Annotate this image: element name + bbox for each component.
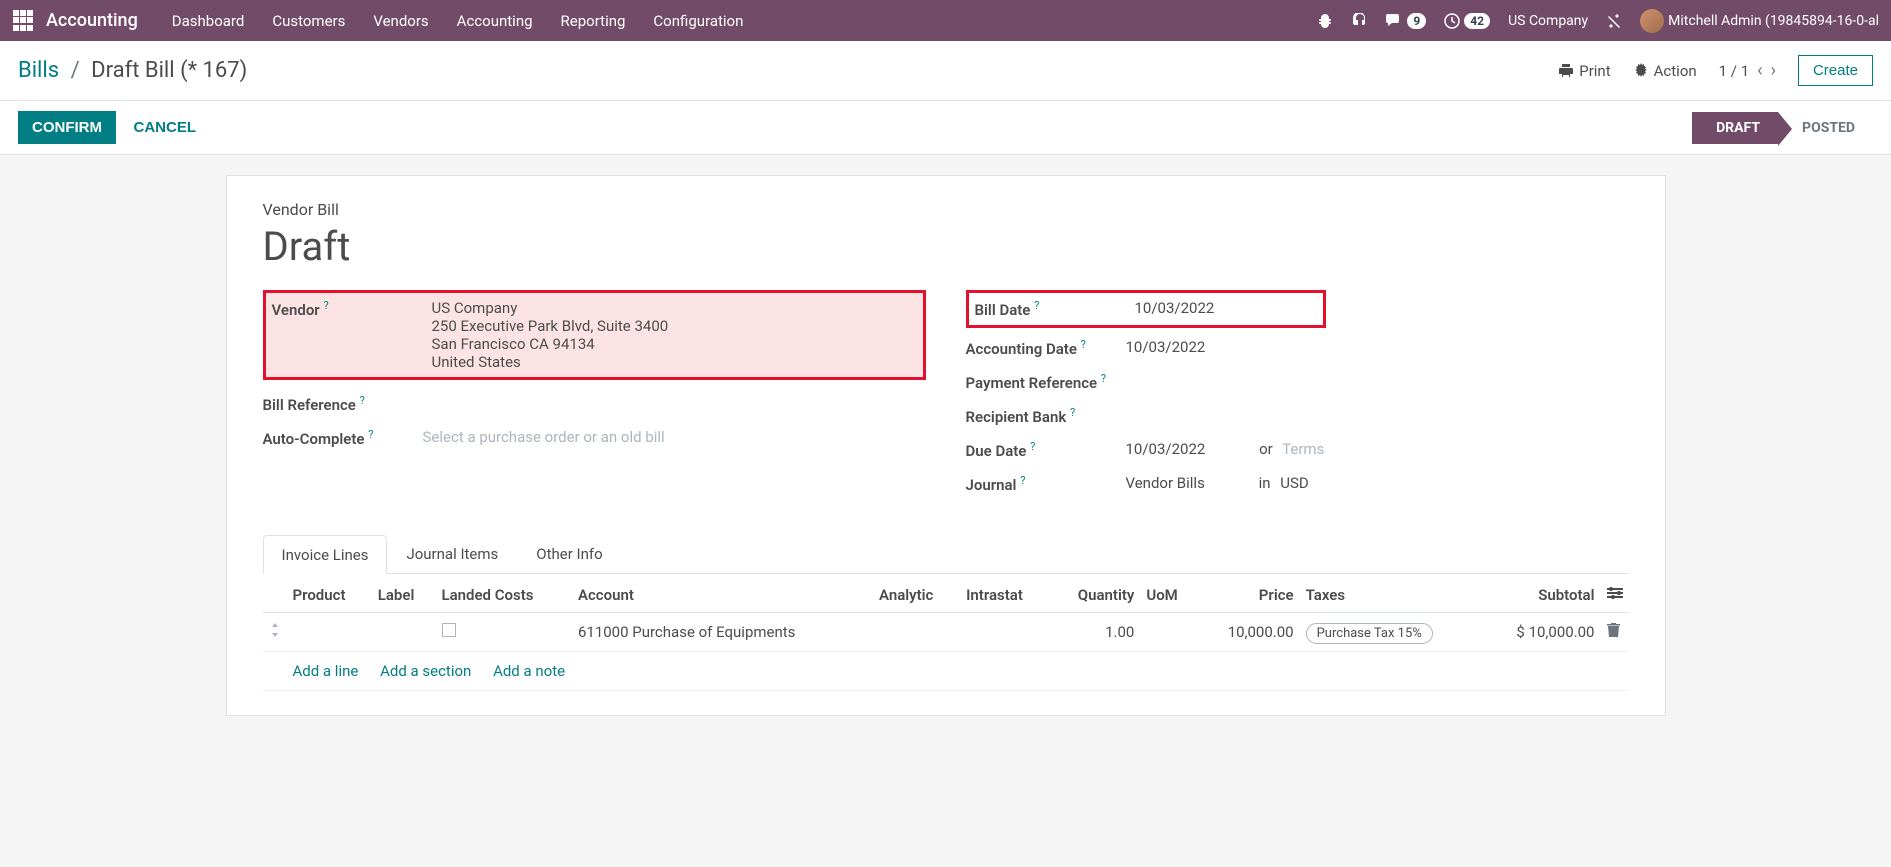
th-taxes: Taxes xyxy=(1300,578,1483,613)
cell-price[interactable]: 10,000.00 xyxy=(1197,613,1299,652)
cell-account[interactable]: 611000 Purchase of Equipments xyxy=(572,613,873,652)
cell-uom[interactable] xyxy=(1140,613,1197,652)
status-posted[interactable]: POSTED xyxy=(1778,112,1873,144)
pager-count: 1 / 1 xyxy=(1719,62,1750,80)
confirm-button[interactable]: CONFIRM xyxy=(18,111,116,144)
vendor-addr2: San Francisco CA 94134 xyxy=(432,335,917,353)
pager-next[interactable]: › xyxy=(1771,60,1776,81)
user-menu[interactable]: Mitchell Admin (19845894-16-0-al xyxy=(1640,9,1879,33)
columns-options-icon[interactable] xyxy=(1607,586,1623,604)
journal-in-label: in xyxy=(1259,474,1271,492)
th-account: Account xyxy=(572,578,873,613)
status-bar: DRAFT POSTED xyxy=(1692,112,1873,144)
th-analytic: Analytic xyxy=(873,578,960,613)
th-landed: Landed Costs xyxy=(436,578,572,613)
due-date-label: Due Date ? xyxy=(966,440,1126,460)
th-uom: UoM xyxy=(1140,578,1197,613)
nav-dashboard[interactable]: Dashboard xyxy=(158,12,259,30)
action-button[interactable]: Action xyxy=(1633,62,1697,80)
activity-icon[interactable]: 42 xyxy=(1444,13,1490,29)
th-qty: Quantity xyxy=(1050,578,1140,613)
tab-invoice-lines[interactable]: Invoice Lines xyxy=(263,535,388,574)
delete-row-icon[interactable] xyxy=(1607,623,1620,641)
cancel-button[interactable]: CANCEL xyxy=(119,111,210,144)
debug-icon[interactable] xyxy=(1317,13,1333,29)
tools-icon[interactable] xyxy=(1606,13,1622,29)
payment-terms-field[interactable]: Terms xyxy=(1282,440,1324,458)
autocomplete-label: Auto-Complete ? xyxy=(263,428,423,448)
tax-chip[interactable]: Purchase Tax 15% xyxy=(1306,623,1433,644)
vendor-field[interactable]: US Company 250 Executive Park Blvd, Suit… xyxy=(432,299,917,371)
currency-field[interactable]: USD xyxy=(1280,474,1308,492)
th-label: Label xyxy=(372,578,436,613)
bill-date-label: Bill Date ? xyxy=(975,299,1135,319)
pay-ref-label: Payment Reference ? xyxy=(966,372,1126,392)
nav-vendors[interactable]: Vendors xyxy=(359,12,442,30)
cell-analytic[interactable] xyxy=(873,613,960,652)
due-or-label: or xyxy=(1259,440,1273,458)
table-row[interactable]: 611000 Purchase of Equipments 1.00 10,00… xyxy=(263,613,1629,652)
th-subtotal: Subtotal xyxy=(1482,578,1600,613)
journal-label: Journal ? xyxy=(966,474,1126,494)
vendor-label: Vendor ? xyxy=(272,299,432,319)
cell-taxes[interactable]: Purchase Tax 15% xyxy=(1300,613,1483,652)
cell-label[interactable] xyxy=(372,613,436,652)
nav-accounting[interactable]: Accounting xyxy=(443,12,547,30)
support-icon[interactable] xyxy=(1351,13,1367,29)
vendor-addr1: 250 Executive Park Blvd, Suite 3400 xyxy=(432,317,917,335)
avatar xyxy=(1640,9,1664,33)
user-name: Mitchell Admin (19845894-16-0-al xyxy=(1668,13,1879,29)
journal-field[interactable]: Vendor Bills in USD xyxy=(1126,474,1629,492)
breadcrumb-root[interactable]: Bills xyxy=(18,58,59,83)
autocomplete-field[interactable]: Select a purchase order or an old bill xyxy=(423,428,926,446)
cell-product[interactable] xyxy=(287,613,372,652)
activity-badge: 42 xyxy=(1464,13,1490,29)
create-button[interactable]: Create xyxy=(1798,55,1873,86)
vendor-name: US Company xyxy=(432,299,917,317)
messages-badge: 9 xyxy=(1407,13,1426,29)
status-draft[interactable]: DRAFT xyxy=(1692,112,1778,144)
nav-reporting[interactable]: Reporting xyxy=(547,12,640,30)
company-switcher[interactable]: US Company xyxy=(1508,13,1588,29)
tab-other-info[interactable]: Other Info xyxy=(517,534,621,573)
breadcrumb-current: Draft Bill (* 167) xyxy=(91,58,247,83)
add-line-link[interactable]: Add a line xyxy=(293,662,359,680)
nav-customers[interactable]: Customers xyxy=(258,12,359,30)
add-section-link[interactable]: Add a section xyxy=(380,662,471,680)
th-product: Product xyxy=(287,578,372,613)
form-title: Draft xyxy=(263,223,1629,270)
apps-menu-icon[interactable] xyxy=(12,10,34,32)
pager: 1 / 1 ‹ › xyxy=(1719,60,1776,81)
pager-prev[interactable]: ‹ xyxy=(1757,60,1762,81)
cell-subtotal: $ 10,000.00 xyxy=(1482,613,1600,652)
due-date-field[interactable]: 10/03/2022 or Terms xyxy=(1126,440,1629,458)
messages-icon[interactable]: 9 xyxy=(1385,13,1426,29)
breadcrumb: Bills / Draft Bill (* 167) xyxy=(18,58,247,83)
cell-qty[interactable]: 1.00 xyxy=(1050,613,1140,652)
form-title-label: Vendor Bill xyxy=(263,200,1629,219)
vendor-addr3: United States xyxy=(432,353,917,371)
cell-intrastat[interactable] xyxy=(960,613,1050,652)
print-button[interactable]: Print xyxy=(1558,62,1610,80)
tab-journal-items[interactable]: Journal Items xyxy=(387,534,517,573)
cell-landed[interactable] xyxy=(436,613,572,652)
th-intrastat: Intrastat xyxy=(960,578,1050,613)
landed-checkbox[interactable] xyxy=(442,623,456,637)
app-brand[interactable]: Accounting xyxy=(46,10,138,31)
nav-configuration[interactable]: Configuration xyxy=(639,12,757,30)
drag-handle-icon[interactable] xyxy=(263,613,287,652)
acc-date-label: Accounting Date ? xyxy=(966,338,1126,358)
acc-date-field[interactable]: 10/03/2022 xyxy=(1126,338,1629,356)
add-note-link[interactable]: Add a note xyxy=(493,662,565,680)
bill-ref-label: Bill Reference ? xyxy=(263,394,423,414)
bank-label: Recipient Bank ? xyxy=(966,406,1126,426)
bill-date-field[interactable]: 10/03/2022 xyxy=(1135,299,1317,317)
th-price: Price xyxy=(1197,578,1299,613)
